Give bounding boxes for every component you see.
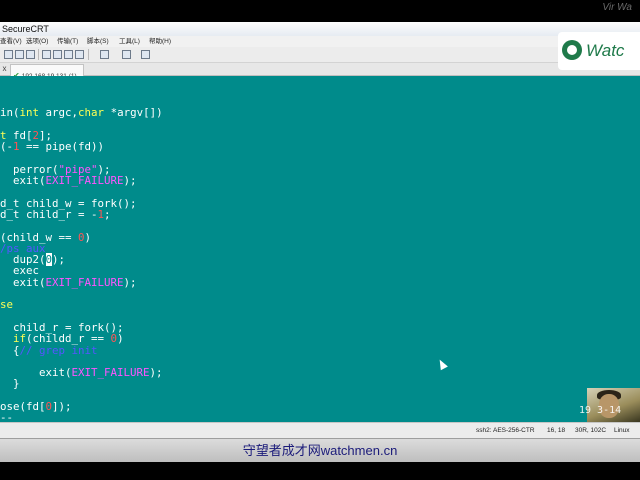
code-token: *argv[])	[104, 106, 163, 120]
key-icon[interactable]	[100, 50, 109, 59]
menu-tools[interactable]: 工具(L)	[119, 36, 140, 47]
sftp-icon[interactable]	[53, 50, 62, 59]
code-line: {// grep init	[0, 343, 163, 357]
find-icon[interactable]	[26, 50, 35, 59]
code-token: int	[19, 106, 40, 120]
window-title: SecureCRT	[2, 24, 49, 34]
print-icon[interactable]	[42, 50, 51, 59]
status-cipher: ssh2: AES-256-CTR	[476, 427, 535, 434]
code-line: in(int argc,char *argv[])	[0, 107, 163, 118]
code-token: )	[84, 230, 92, 244]
options-icon[interactable]	[64, 50, 73, 59]
code-token: );	[52, 253, 66, 267]
code-line: (-1 == pipe(fd))	[0, 141, 163, 152]
code-line: exit(EXIT_FAILURE);	[0, 277, 163, 288]
code-token: );	[123, 174, 137, 188]
code-line: exit(EXIT_FAILURE);	[0, 367, 163, 378]
menu-view[interactable]: 查看(V)	[0, 36, 22, 47]
watchmen-logo: Watc	[558, 32, 640, 70]
copy-icon[interactable]	[4, 50, 13, 59]
code-token: {	[0, 343, 20, 357]
code-token: EXIT_FAILURE	[45, 174, 124, 188]
session-tab[interactable]: ✔192.168.19.131 (1)	[10, 64, 84, 80]
menu-transfer[interactable]: 传输(T)	[57, 36, 78, 47]
toolbar-separator	[38, 49, 39, 60]
status-size: 30R, 102C	[575, 427, 607, 434]
menu-options[interactable]: 选项(O)	[26, 36, 48, 47]
watermark-banner: 守望者成才网watchmen.cn	[0, 438, 640, 463]
code-token: exit(	[0, 174, 46, 188]
code-line: }	[0, 378, 163, 389]
menu-help[interactable]: 帮助(H)	[149, 36, 171, 47]
banner-text: 守望者成才网watchmen.cn	[242, 443, 398, 458]
logo-circle-inner	[567, 45, 577, 55]
code-line: se	[0, 299, 163, 310]
code-token: argc,	[39, 106, 79, 120]
code-token: ]);	[52, 400, 72, 414]
code-line: exit(EXIT_FAILURE);	[0, 175, 163, 186]
code-token: );	[123, 275, 137, 289]
code-token: se	[0, 298, 14, 312]
code-token: in(	[0, 106, 20, 120]
code-token: --	[0, 411, 14, 422]
session-tab-bar: x ✔192.168.19.131 (1)	[0, 63, 640, 80]
status-mode: Linux	[614, 427, 630, 434]
code-token: }	[0, 377, 20, 391]
code-token: (-	[0, 140, 14, 154]
exit-icon[interactable]	[141, 50, 150, 59]
code-line: --	[0, 412, 163, 422]
terminal-code: in(int argc,char *argv[]) t fd[2]; (-1 == …	[0, 96, 163, 422]
tools-icon[interactable]	[75, 50, 84, 59]
logo-circle-icon	[562, 40, 582, 60]
menu-script[interactable]: 脚本(S)	[87, 36, 109, 47]
background-watermark-text: Vir Wa	[602, 2, 632, 13]
help-icon[interactable]	[122, 50, 131, 59]
close-tab-icon[interactable]: x	[0, 63, 9, 75]
toolbar-separator	[88, 49, 89, 60]
code-line: d_t child_r = -1;	[0, 209, 163, 220]
status-bar: ssh2: AES-256-CTR 16, 18 30R, 102C Linux	[0, 422, 640, 439]
logo-text: Watc	[586, 41, 625, 60]
code-token: )	[117, 332, 124, 346]
top-black-strip: Vir Wa	[0, 0, 640, 22]
bottom-black-strip	[0, 462, 640, 480]
code-token: ;	[104, 207, 111, 221]
code-token: );	[149, 366, 163, 380]
status-position: 16, 18	[547, 427, 566, 434]
code-token: d_t child_r = -	[0, 207, 98, 221]
terminal-screen[interactable]: in(int argc,char *argv[]) t fd[2]; (-1 == …	[0, 76, 640, 422]
video-timestamp: 19 3-14	[579, 405, 622, 416]
code-token: // grep init	[19, 343, 98, 357]
code-token: EXIT_FAILURE	[45, 275, 124, 289]
toolbar	[0, 47, 640, 63]
menu-bar: 查看(V) 选项(O) 传输(T) 脚本(S) 工具(L) 帮助(H)	[0, 36, 640, 47]
paste-icon[interactable]	[15, 50, 24, 59]
code-token: char	[78, 106, 105, 120]
code-token: exit(	[0, 275, 46, 289]
code-line: ose(fd[0]);	[0, 401, 163, 412]
code-token: EXIT_FAILURE	[71, 366, 150, 380]
title-bar[interactable]: SecureCRT	[0, 22, 640, 37]
code-token: == pipe(fd))	[19, 140, 105, 154]
